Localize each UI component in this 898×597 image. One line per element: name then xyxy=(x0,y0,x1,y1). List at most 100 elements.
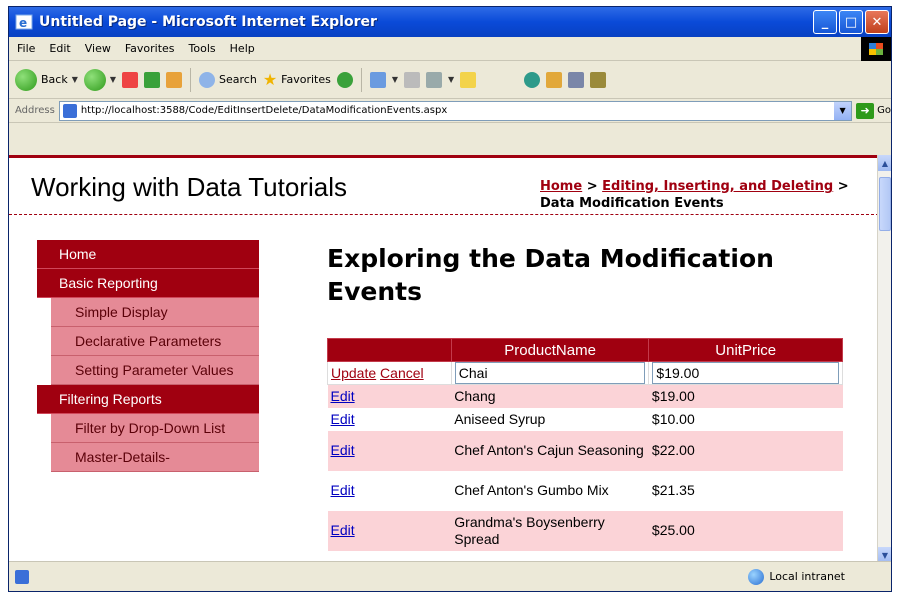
favorites-button[interactable]: ★ Favorites xyxy=(263,70,331,89)
edit-link[interactable]: Edit xyxy=(331,522,355,538)
table-row: Edit Chef Anton's Cajun Seasoning $22.00 xyxy=(327,430,843,471)
menu-view[interactable]: View xyxy=(85,42,111,55)
sidebar-item-filtering-reports[interactable]: Filtering Reports xyxy=(37,385,259,414)
folder-icon[interactable] xyxy=(460,71,477,88)
sidebar-item-basic-reporting[interactable]: Basic Reporting xyxy=(37,269,259,298)
stop-icon[interactable] xyxy=(122,71,139,88)
status-bar: Local intranet xyxy=(9,561,891,591)
media-icon[interactable] xyxy=(336,71,353,88)
tools-icon[interactable] xyxy=(568,71,585,88)
productname-cell: Chef Anton's Gumbo Mix xyxy=(451,470,649,511)
table-row: Edit Grandma's Boysenberry Spread $25.00 xyxy=(327,510,843,551)
menu-edit[interactable]: Edit xyxy=(49,42,70,55)
sidebar-item-master-details[interactable]: Master-Details- xyxy=(51,443,259,472)
security-zone[interactable]: Local intranet xyxy=(748,568,845,585)
sidebar-nav: Home Basic Reporting Simple Display Decl… xyxy=(37,240,259,472)
scroll-thumb[interactable] xyxy=(879,177,891,231)
breadcrumb-section[interactable]: Editing, Inserting, and Deleting xyxy=(602,179,833,194)
sidebar-item-filter-by-dropdown[interactable]: Filter by Drop-Down List xyxy=(51,414,259,443)
forward-button[interactable]: ▼ xyxy=(83,68,116,91)
menu-tools[interactable]: Tools xyxy=(189,42,216,55)
page-status-icon xyxy=(15,569,29,584)
messenger-icon[interactable] xyxy=(524,71,541,88)
unitprice-cell: $25.00 xyxy=(648,510,843,551)
forward-arrow-icon xyxy=(83,68,106,91)
address-bar: Address http://localhost:3588/Code/EditI… xyxy=(9,99,891,123)
intranet-globe-icon xyxy=(748,568,765,585)
edit-link[interactable]: Edit xyxy=(331,482,355,498)
unitprice-cell: $10.00 xyxy=(648,407,843,431)
vertical-scrollbar[interactable]: ▲ ▼ xyxy=(877,155,891,563)
back-arrow-icon xyxy=(15,68,37,91)
favorites-label: Favorites xyxy=(281,73,331,86)
menu-bar: File Edit View Favorites Tools Help xyxy=(9,37,891,61)
home-icon[interactable] xyxy=(166,71,183,88)
table-row: Edit Chang $19.00 xyxy=(327,384,843,408)
window-title: Untitled Page - Microsoft Internet Explo… xyxy=(39,14,377,30)
search-icon xyxy=(199,71,216,88)
history-icon[interactable] xyxy=(369,71,386,88)
edit-link[interactable]: Edit xyxy=(331,442,355,458)
refresh-icon[interactable] xyxy=(144,71,161,88)
extension-icon[interactable] xyxy=(590,71,607,88)
back-label: Back xyxy=(41,73,68,86)
address-label: Address xyxy=(15,105,55,116)
command-column-header xyxy=(327,338,452,362)
address-input[interactable]: http://localhost:3588/Code/EditInsertDel… xyxy=(58,100,853,121)
back-button[interactable]: Back ▼ xyxy=(15,68,78,91)
unitprice-cell: $21.35 xyxy=(648,470,843,511)
breadcrumb: Home > Editing, Inserting, and Deleting … xyxy=(540,178,870,212)
site-title: Working with Data Tutorials xyxy=(31,172,347,202)
toolbar: Back ▼ ▼ Search ★ Favorites ▼ ▼ xyxy=(9,61,891,99)
edit-link[interactable]: Edit xyxy=(331,411,355,427)
ie-logo-icon: e xyxy=(15,14,33,30)
edit-link[interactable]: Edit xyxy=(331,388,355,404)
unitprice-column-header: UnitPrice xyxy=(648,338,843,362)
print-icon[interactable] xyxy=(426,71,443,88)
minimize-button[interactable]: _ xyxy=(813,10,837,34)
cancel-link[interactable]: Cancel xyxy=(380,365,424,381)
productname-edit-cell xyxy=(450,361,650,385)
unitprice-cell: $19.00 xyxy=(648,384,843,408)
page-content: Working with Data Tutorials Home > Editi… xyxy=(9,155,879,563)
page-icon xyxy=(62,103,77,118)
sidebar-item-simple-display[interactable]: Simple Display xyxy=(51,298,259,327)
productname-column-header: ProductName xyxy=(450,338,650,362)
star-icon: ★ xyxy=(262,70,278,89)
table-row: Edit Chef Anton's Gumbo Mix $21.35 xyxy=(327,470,843,511)
go-button[interactable]: ➜ Go xyxy=(856,102,891,119)
sidebar-item-setting-parameter-values[interactable]: Setting Parameter Values xyxy=(51,356,259,385)
sidebar-item-home[interactable]: Home xyxy=(37,240,259,269)
menu-file[interactable]: File xyxy=(17,42,35,55)
address-url: http://localhost:3588/Code/EditInsertDel… xyxy=(80,105,448,116)
maximize-button[interactable]: □ xyxy=(839,10,863,34)
menu-favorites[interactable]: Favorites xyxy=(125,42,175,55)
productname-cell: Aniseed Syrup xyxy=(451,407,649,431)
scroll-up-icon[interactable]: ▲ xyxy=(878,155,891,171)
update-link[interactable]: Update xyxy=(331,365,376,381)
close-button[interactable]: ✕ xyxy=(865,10,889,34)
unitprice-input[interactable] xyxy=(652,362,839,384)
productname-input[interactable] xyxy=(454,362,646,384)
edit-commands-cell: Update Cancel xyxy=(327,361,452,385)
sidebar-item-declarative-parameters[interactable]: Declarative Parameters xyxy=(51,327,259,356)
forward-dropdown-icon[interactable]: ▼ xyxy=(110,75,116,84)
productname-cell: Chang xyxy=(451,384,649,408)
back-dropdown-icon[interactable]: ▼ xyxy=(72,75,78,84)
productname-cell: Chef Anton's Cajun Seasoning xyxy=(451,430,649,471)
menu-help[interactable]: Help xyxy=(230,42,255,55)
table-row: Edit Aniseed Syrup $10.00 xyxy=(327,407,843,431)
products-gridview: ProductName UnitPrice Update Cancel Edit… xyxy=(327,338,843,551)
address-dropdown-icon[interactable]: ▼ xyxy=(834,101,852,120)
svg-text:e: e xyxy=(19,16,27,30)
search-button[interactable]: Search xyxy=(199,71,257,88)
productname-cell: Grandma's Boysenberry Spread xyxy=(451,510,649,551)
breadcrumb-home[interactable]: Home xyxy=(540,179,582,194)
browser-window: e Untitled Page - Microsoft Internet Exp… xyxy=(8,6,892,592)
title-bar[interactable]: e Untitled Page - Microsoft Internet Exp… xyxy=(9,7,891,37)
print-dropdown-icon[interactable]: ▼ xyxy=(448,75,454,84)
breadcrumb-separator: > xyxy=(582,179,603,194)
mail-icon[interactable] xyxy=(404,71,421,88)
history-dropdown-icon[interactable]: ▼ xyxy=(392,75,398,84)
research-icon[interactable] xyxy=(546,71,563,88)
